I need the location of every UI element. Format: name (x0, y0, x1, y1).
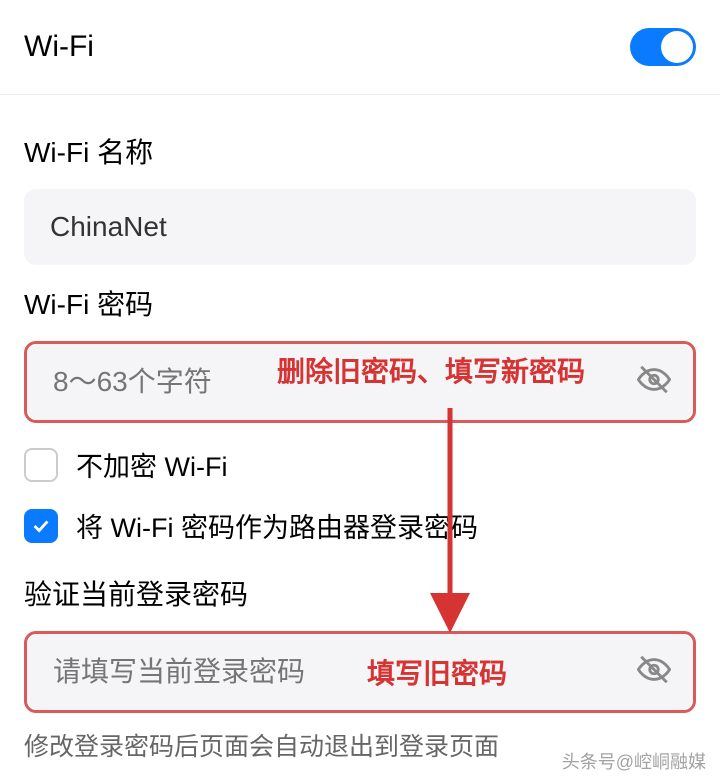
wifi-header-row: Wi-Fi (0, 0, 720, 95)
wifi-toggle[interactable] (630, 28, 696, 66)
no-encryption-checkbox[interactable] (24, 448, 58, 482)
content-area: Wi-Fi 名称 Wi-Fi 密码 删除旧密码、填写新密码 不加密 Wi-Fi … (0, 95, 720, 763)
wifi-name-label: Wi-Fi 名称 (24, 131, 696, 171)
wifi-name-input[interactable] (24, 189, 696, 265)
no-encryption-row: 不加密 Wi-Fi (24, 445, 696, 484)
no-encryption-label: 不加密 Wi-Fi (76, 445, 227, 484)
wifi-password-input[interactable] (27, 344, 693, 420)
eye-off-icon[interactable] (637, 363, 671, 402)
router-login-checkbox[interactable] (24, 509, 58, 543)
verify-login-input-wrapper: 填写旧密码 (24, 631, 696, 713)
verify-login-label: 验证当前登录密码 (24, 573, 696, 613)
wifi-password-label: Wi-Fi 密码 (24, 283, 696, 323)
toggle-knob (661, 31, 693, 63)
wifi-title: Wi-Fi (24, 30, 94, 64)
router-login-label: 将 Wi-Fi 密码作为路由器登录密码 (76, 506, 478, 545)
verify-login-input[interactable] (27, 634, 693, 710)
eye-off-icon[interactable] (637, 653, 671, 692)
wifi-password-input-wrapper: 删除旧密码、填写新密码 (24, 341, 696, 423)
watermark-text: 头条号@崆峒融媒 (562, 748, 706, 774)
router-login-row: 将 Wi-Fi 密码作为路由器登录密码 (24, 506, 696, 545)
wifi-name-input-wrapper (24, 189, 696, 265)
